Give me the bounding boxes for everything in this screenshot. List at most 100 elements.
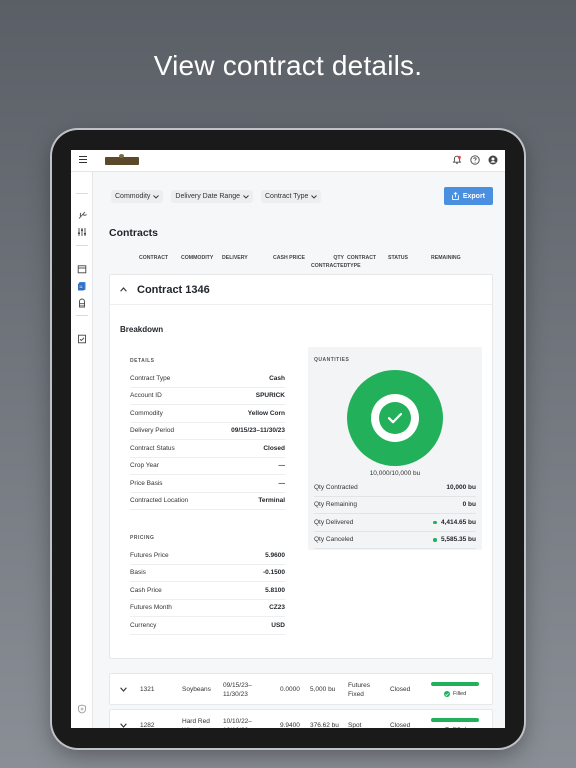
detail-row: Contracted Location Terminal: [130, 493, 285, 510]
cell-status: Closed: [390, 722, 411, 728]
contract-row[interactable]: 1321 Soybeans 09/15/23–11/30/23 0.0000 5,000…: [109, 673, 493, 705]
pricing-value: 5.8100: [265, 586, 285, 594]
detail-value: Terminal: [258, 497, 285, 505]
detail-row: Account ID SPURICK: [130, 388, 285, 405]
detail-value: 09/15/23–11/30/23: [231, 427, 285, 435]
quantity-row: Qty Delivered 4,414.65 bu: [314, 514, 476, 532]
detail-row: Crop Year —: [130, 458, 286, 475]
column-header-qty-contracted[interactable]: QTY CONTRACTED: [311, 254, 347, 270]
pricing-row: Futures Month CZ23: [130, 600, 285, 617]
account-icon[interactable]: [487, 154, 499, 166]
detail-key: Contract Type: [130, 374, 171, 382]
detail-key: Delivery Period: [130, 427, 175, 435]
column-header-delivery[interactable]: DELIVERY: [222, 254, 248, 262]
status-dot-icon: [433, 538, 437, 542]
detail-row: Price Basis —: [130, 475, 285, 493]
headline: View contract details.: [153, 50, 423, 81]
detail-row: Contract Status Closed: [130, 440, 285, 458]
sidebar: [71, 172, 93, 728]
pricing-key: Basis: [130, 569, 146, 577]
pricing-value: 5.9600: [265, 551, 285, 559]
quantity-ring-chart: [347, 370, 443, 466]
contract-row[interactable]: 1282 Hard Red Wheat 10/10/22–10/10/22 9.940…: [109, 709, 493, 728]
chevron-down-icon[interactable]: [120, 722, 127, 728]
quantity-value: 0 bu: [463, 501, 476, 508]
pricing-row: Currency USD: [130, 617, 285, 635]
filled-status: Filled: [444, 727, 466, 728]
detail-row: Contract Type Cash: [130, 370, 285, 388]
filled-label: Filled: [453, 691, 467, 697]
quantity-ring-label: 10,000/10,000 bu: [369, 470, 421, 477]
top-bar: [71, 150, 505, 172]
detail-value: Yellow Corn: [247, 409, 285, 417]
detail-value: Cash: [269, 374, 285, 382]
chevron-down-icon: [311, 194, 318, 199]
detail-key: Commodity: [130, 409, 163, 417]
sidebar-item-contracts-icon[interactable]: [77, 278, 87, 291]
export-button[interactable]: Export: [443, 187, 493, 205]
contract-card-header[interactable]: Contract 1346: [110, 275, 492, 305]
quantity-key: Qty Remaining: [314, 501, 357, 509]
top-bar-actions: [451, 154, 499, 166]
detail-value: —: [278, 479, 286, 487]
page-title: Contracts: [109, 227, 159, 239]
remaining-progress-bar: [431, 718, 479, 722]
sidebar-item-calendar-icon[interactable]: [77, 261, 87, 274]
quantity-value: 5,585.35 bu: [433, 536, 476, 543]
quantities-heading: QUANTITIES: [314, 357, 350, 363]
pricing-value: CZ23: [269, 604, 285, 612]
pricing-row: Basis -0.1500: [130, 565, 285, 582]
details-heading: DETAILS: [130, 358, 155, 364]
detail-key: Contracted Location: [130, 497, 189, 505]
filter-delivery-date-range[interactable]: Delivery Date Range: [171, 190, 253, 203]
detail-value: —: [278, 462, 286, 470]
quantity-value-text: 0 bu: [462, 501, 476, 509]
filter-contract-type[interactable]: Contract Type: [261, 190, 322, 203]
checkmark-icon: [379, 402, 411, 434]
quantity-row: Qty Contracted 10,000 bu: [314, 479, 476, 497]
cell-contract: 1321: [140, 686, 155, 693]
sidebar-item-sliders-icon[interactable]: [77, 224, 87, 236]
sidebar-item-grain-icon[interactable]: [77, 207, 87, 219]
detail-key: Price Basis: [130, 479, 163, 487]
detail-key: Contract Status: [130, 444, 175, 452]
filter-commodity[interactable]: Commodity: [111, 190, 164, 203]
chevron-down-icon[interactable]: [120, 686, 127, 695]
detail-value: Closed: [263, 444, 285, 452]
column-header-commodity[interactable]: COMMODITY: [181, 254, 213, 262]
quantity-row: Qty Canceled 5,585.35 bu: [314, 532, 476, 549]
share-icon: [451, 192, 459, 200]
company-logo: [105, 154, 139, 165]
column-header-contract[interactable]: CONTRACT: [139, 254, 168, 262]
pricing-key: Currency: [130, 621, 157, 629]
check-circle-icon: [444, 691, 450, 697]
detail-row: Delivery Period 09/15/23–11/30/23: [130, 423, 285, 440]
chevron-up-icon[interactable]: [120, 287, 127, 292]
quantities-panel: QUANTITIES 10,000/10,000 bu Qty Contract…: [308, 347, 482, 550]
sidebar-item-checklist-icon[interactable]: [77, 331, 87, 344]
column-header-status[interactable]: STATUS: [388, 254, 408, 262]
pricing-value: -0.1500: [262, 569, 285, 577]
sidebar-divider: [76, 245, 88, 246]
pricing-value: USD: [271, 621, 285, 629]
cell-cash-price: 0.0000: [280, 686, 300, 693]
breakdown-heading: Breakdown: [120, 325, 164, 334]
menu-icon[interactable]: [79, 156, 87, 164]
detail-value: SPURICK: [255, 392, 285, 400]
sidebar-divider: [76, 193, 88, 194]
column-header-remaining[interactable]: REMAINING: [431, 254, 461, 262]
chevron-down-icon: [243, 194, 249, 199]
detail-row: Commodity Yellow Corn: [130, 405, 285, 423]
cell-qty-contracted: 376.62 bu: [310, 722, 339, 728]
cell-contract: 1282: [140, 722, 155, 728]
help-icon[interactable]: [469, 154, 481, 166]
column-header-contract-type[interactable]: CONTRACT TYPE: [347, 254, 379, 270]
chevron-down-icon: [153, 194, 160, 199]
sidebar-item-silo-icon[interactable]: [77, 295, 87, 308]
quantity-value-text: 10,000 bu: [446, 483, 476, 491]
sidebar-item-shield-icon[interactable]: [77, 701, 87, 714]
contract-card-expanded: Contract 1346 Breakdown DETAILS Contract…: [109, 274, 493, 659]
bell-icon[interactable]: [451, 154, 463, 166]
app-screen: Commodity Delivery Date Range Contract T…: [71, 150, 505, 728]
column-header-cash-price[interactable]: CASH PRICE: [273, 254, 305, 262]
